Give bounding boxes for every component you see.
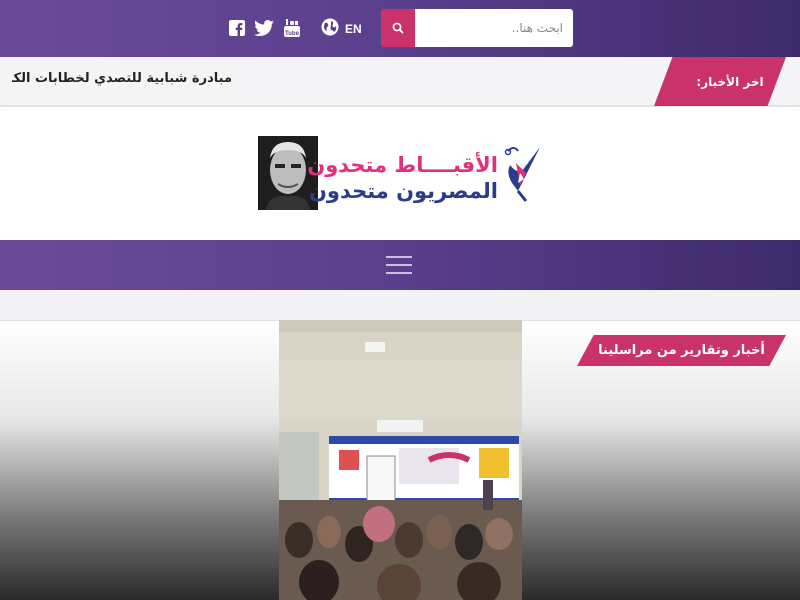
language-switch[interactable]: EN [321,18,362,40]
youtube-icon[interactable]: Tube [283,19,301,37]
facebook-icon[interactable] [228,19,246,37]
news-ticker: مبادرة شبابية للتصدي لخطابات الكراهية اخ… [0,57,800,106]
globe-icon [321,18,339,40]
site-header: الأقبــــاط متحدون المصريون متحدون [0,107,800,240]
logo-title-copts: الأقبــــاط متحدون [307,153,498,177]
ticker-label: اخر الأخبار: [696,74,764,89]
search-box [381,9,573,47]
twitter-icon[interactable] [254,19,274,37]
main-navbar [0,240,800,290]
category-badge[interactable]: أخبار وتقارير من مراسلينا [577,335,786,366]
logo-emblem-icon [496,143,544,205]
search-button[interactable] [381,9,415,47]
menu-line [386,272,412,274]
logo-title-egyptians: المصريون متحدون [308,179,498,203]
menu-toggle-icon[interactable] [386,253,414,277]
search-input[interactable] [415,9,573,47]
top-bar: EN Tube [0,0,800,57]
search-icon [392,19,404,38]
category-label: أخبار وتقارير من مراسلينا [598,343,765,358]
article-photo[interactable] [279,320,522,600]
ticker-label-badge: اخر الأخبار: [654,57,786,106]
svg-text:Tube: Tube [285,31,300,37]
menu-line [386,264,412,266]
language-label: EN [345,22,362,36]
ticker-headline[interactable]: مبادرة شبابية للتصدي لخطابات الكراهية [12,71,232,91]
menu-line [386,256,412,258]
